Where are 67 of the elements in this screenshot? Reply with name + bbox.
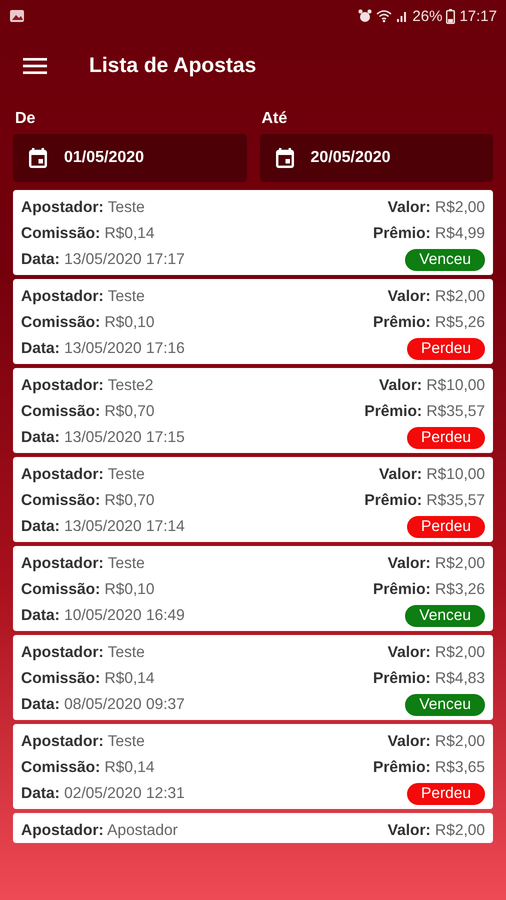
date-text: Data: 13/05/2020 17:16 — [21, 340, 185, 358]
date-field[interactable]: 01/05/2020 — [13, 134, 246, 182]
result-badge: Perdeu — [407, 338, 485, 360]
bettor-text: Apostador: Teste — [21, 554, 145, 572]
date-label: De — [14, 110, 36, 128]
date-text: Data: 02/05/2020 12:31 — [21, 784, 185, 802]
commission-text: Comissão: R$0,70 — [21, 402, 155, 420]
calendar-icon — [29, 148, 47, 168]
commission-text: Comissão: R$0,10 — [21, 580, 155, 598]
alarm-icon — [358, 9, 372, 23]
result-badge: Perdeu — [407, 516, 485, 538]
prize-text: Prêmio: R$3,65 — [372, 758, 485, 776]
bet-card[interactable]: Apostador: Teste Valor: R$2,00 Comissão: R$0,10 Prêmio: R$5,26 Data: 13/05/2020 17:16 Perdeu — [13, 279, 493, 364]
image-icon — [9, 9, 25, 23]
clock-time: 17:17 — [459, 8, 497, 24]
prize-text: Prêmio: R$4,83 — [372, 670, 485, 688]
commission-text: Comissão: R$0,14 — [21, 224, 155, 242]
result-badge: Perdeu — [407, 782, 485, 804]
amount-text: Valor: R$2,00 — [388, 732, 485, 750]
bettor-text: Apostador: Teste — [21, 198, 145, 216]
commission-text: Comissão: R$0,70 — [21, 492, 155, 510]
prize-text: Prêmio: R$35,57 — [364, 402, 485, 420]
prize-text: Prêmio: R$4,99 — [372, 224, 485, 242]
bettor-text: Apostador: Teste — [21, 288, 145, 306]
bettor-text: Apostador: Teste2 — [21, 376, 154, 394]
battery-percent: 26% — [412, 8, 442, 24]
prize-text: Prêmio: R$35,57 — [364, 492, 485, 510]
menu-icon[interactable] — [23, 57, 47, 75]
bet-card[interactable]: Apostador: Teste2 Valor: R$10,00 Comissão: R$0,70 Prêmio: R$35,57 Data: 13/05/2020 17:15 Perdeu — [13, 368, 493, 453]
date-text: Data: 10/05/2020 16:49 — [21, 606, 185, 624]
bet-card[interactable]: Apostador: Apostador Valor: R$2,00 — [13, 813, 493, 843]
date-label: Até — [260, 110, 288, 128]
result-badge: Perdeu — [407, 426, 485, 448]
amount-text: Valor: R$2,00 — [388, 288, 485, 306]
date-text: Data: 08/05/2020 09:37 — [21, 696, 185, 714]
commission-text: Comissão: R$0,14 — [21, 758, 155, 776]
bet-card[interactable]: Apostador: Teste Valor: R$2,00 Comissão: R$0,10 Prêmio: R$3,26 Data: 10/05/2020 16:49 Venceu — [13, 546, 493, 631]
amount-text: Valor: R$2,00 — [388, 644, 485, 662]
result-badge: Venceu — [405, 248, 485, 270]
signal-icon — [396, 9, 408, 23]
screen-title: Lista de Apostas — [89, 54, 256, 78]
commission-text: Comissão: R$0,14 — [21, 670, 155, 688]
bettor-text: Apostador: Teste — [21, 732, 145, 750]
amount-text: Valor: R$2,00 — [388, 198, 485, 216]
bet-card[interactable]: Apostador: Teste Valor: R$2,00 Comissão: R$0,14 Prêmio: R$4,99 Data: 13/05/2020 17:17 Venceu — [13, 190, 493, 275]
date-text: Data: 13/05/2020 17:15 — [21, 428, 185, 446]
date-field[interactable]: 20/05/2020 — [260, 134, 493, 182]
bettor-text: Apostador: Teste — [21, 466, 145, 484]
bettor-text: Apostador: Apostador — [21, 822, 178, 840]
amount-text: Valor: R$2,00 — [388, 554, 485, 572]
bet-card[interactable]: Apostador: Teste Valor: R$10,00 Comissão: R$0,70 Prêmio: R$35,57 Data: 13/05/2020 17:14 Perdeu — [13, 457, 493, 542]
wifi-icon — [376, 9, 392, 23]
calendar-icon — [276, 148, 294, 168]
prize-text: Prêmio: R$5,26 — [372, 314, 485, 332]
result-badge: Venceu — [405, 694, 485, 716]
amount-text: Valor: R$2,00 — [388, 822, 485, 840]
date-text: Data: 13/05/2020 17:17 — [21, 250, 185, 268]
date-text: Data: 13/05/2020 17:14 — [21, 518, 185, 536]
bettor-text: Apostador: Teste — [21, 644, 145, 662]
amount-text: Valor: R$10,00 — [379, 376, 485, 394]
prize-text: Prêmio: R$3,26 — [372, 580, 485, 598]
amount-text: Valor: R$10,00 — [379, 466, 485, 484]
bet-card[interactable]: Apostador: Teste Valor: R$2,00 Comissão: R$0,14 Prêmio: R$3,65 Data: 02/05/2020 12:31 Perdeu — [13, 724, 493, 809]
commission-text: Comissão: R$0,10 — [21, 314, 155, 332]
bet-card[interactable]: Apostador: Teste Valor: R$2,00 Comissão: R$0,14 Prêmio: R$4,83 Data: 08/05/2020 09:37 Venceu — [13, 635, 493, 720]
result-badge: Venceu — [405, 604, 485, 626]
battery-icon — [446, 8, 456, 24]
